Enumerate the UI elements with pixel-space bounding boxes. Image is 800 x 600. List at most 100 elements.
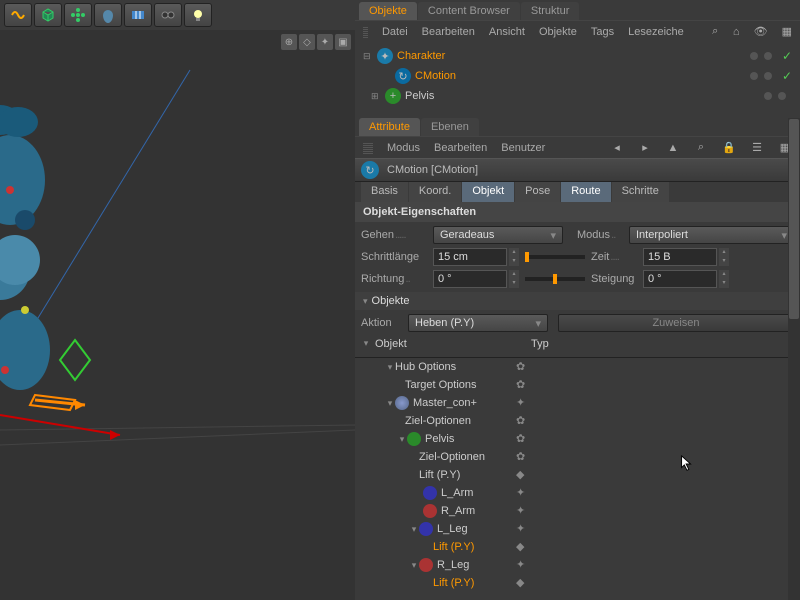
spinner[interactable]: ▴▾ [719, 248, 729, 266]
diamond-icon[interactable]: ◆ [516, 576, 530, 590]
tab-ebenen[interactable]: Ebenen [421, 118, 479, 136]
input-zeit[interactable]: 15 B [643, 248, 717, 266]
visibility-dot[interactable] [764, 92, 772, 100]
tab-content-browser[interactable]: Content Browser [418, 2, 520, 20]
expand-icon[interactable]: ▾ [397, 434, 407, 445]
subtab-koord[interactable]: Koord. [409, 182, 461, 202]
menu-bearbeiten[interactable]: Bearbeiten [422, 26, 475, 38]
subtab-schritte[interactable]: Schritte [612, 182, 669, 202]
type-icon[interactable]: ✦ [516, 558, 530, 572]
menu-bearbeiten2[interactable]: Bearbeiten [434, 142, 487, 154]
tool-camera-icon[interactable] [154, 3, 182, 27]
tree-row-ziel2[interactable]: Ziel-Optionen ✿ [355, 448, 800, 466]
home-icon[interactable]: ⌂ [733, 25, 740, 39]
subtab-route[interactable]: Route [561, 182, 610, 202]
subtab-pose[interactable]: Pose [515, 182, 560, 202]
visibility-dot[interactable] [750, 52, 758, 60]
expand-icon[interactable]: ▾ [409, 524, 419, 535]
column-typ[interactable]: Typ [531, 338, 581, 357]
menu-datei[interactable]: Datei [382, 26, 408, 38]
tree-row-larm[interactable]: L_Arm ✦ [355, 484, 800, 502]
expand-icon[interactable]: ⊟ [363, 51, 373, 62]
tree-row-master[interactable]: ▾ Master_con+ ✦ [355, 394, 800, 412]
hierarchy-row-charakter[interactable]: ⊟ ✦ Charakter ✓ [363, 46, 792, 66]
type-icon[interactable]: ✦ [516, 504, 530, 518]
gear-icon[interactable]: ✿ [516, 450, 530, 464]
diamond-icon[interactable]: ◆ [516, 468, 530, 482]
gear-icon[interactable]: ✿ [516, 360, 530, 374]
menu-modus[interactable]: Modus [387, 142, 420, 154]
menu-benutzer[interactable]: Benutzer [501, 142, 545, 154]
type-icon[interactable]: ✦ [516, 396, 530, 410]
input-richtung[interactable]: 0 ° [433, 270, 507, 288]
menu-tags[interactable]: Tags [591, 26, 614, 38]
tab-attribute[interactable]: Attribute [359, 118, 420, 136]
menu-ansicht[interactable]: Ansicht [489, 26, 525, 38]
tab-objekte[interactable]: Objekte [359, 2, 417, 20]
tree-row-target[interactable]: Target Options ✿ [355, 376, 800, 394]
column-objekt[interactable]: Objekt [371, 338, 531, 357]
hierarchy-label[interactable]: CMotion [415, 70, 746, 82]
hierarchy-label[interactable]: Charakter [397, 50, 746, 62]
tree-row-hub[interactable]: ▾ Hub Options ✿ [355, 358, 800, 376]
gear-icon[interactable]: ✿ [516, 414, 530, 428]
expand-icon[interactable]: ⊞ [371, 91, 381, 102]
collapsible-objekte[interactable]: Objekte [355, 292, 800, 310]
diamond-icon[interactable]: ◆ [516, 540, 530, 554]
visibility-dot[interactable] [750, 72, 758, 80]
spinner[interactable]: ▴▾ [509, 270, 519, 288]
scrollbar-thumb[interactable] [789, 119, 799, 319]
tree-row-lift[interactable]: Lift (P.Y) ◆ [355, 466, 800, 484]
hierarchy-row-pelvis[interactable]: ⊞ + Pelvis [363, 86, 792, 106]
menu-objekte[interactable]: Objekte [539, 26, 577, 38]
new-icon[interactable]: ☰ [750, 141, 764, 155]
tab-struktur[interactable]: Struktur [521, 2, 580, 20]
nav-fwd-icon[interactable]: ▸ [638, 141, 652, 155]
tool-sphere-icon[interactable] [94, 3, 122, 27]
tree-row-liftpy2[interactable]: Lift (P.Y) ◆ [355, 574, 800, 592]
tool-light-icon[interactable] [184, 3, 212, 27]
menu-lesezeichen[interactable]: Lesezeiche [628, 26, 684, 38]
tree-row-rarm[interactable]: R_Arm ✦ [355, 502, 800, 520]
spinner[interactable]: ▴▾ [509, 248, 519, 266]
visibility-dot[interactable] [778, 92, 786, 100]
expand-icon[interactable]: ▾ [361, 338, 371, 357]
slider-schrittlaenge[interactable] [525, 255, 585, 259]
hierarchy-row-cmotion[interactable]: ↻ CMotion ✓ [363, 66, 792, 86]
eye-icon[interactable]: 👁 [754, 25, 768, 39]
grip-icon[interactable] [363, 142, 373, 154]
enable-check-icon[interactable]: ✓ [782, 69, 792, 83]
visibility-dot[interactable] [764, 52, 772, 60]
nav-back-icon[interactable]: ◂ [610, 141, 624, 155]
hierarchy-label[interactable]: Pelvis [405, 90, 760, 102]
dropdown-gehen[interactable]: Geradeaus [433, 226, 563, 244]
grid-icon[interactable]: ▦ [782, 25, 792, 39]
type-icon[interactable]: ✦ [516, 486, 530, 500]
gear-icon[interactable]: ✿ [516, 378, 530, 392]
search-icon[interactable]: ⌕ [694, 141, 708, 155]
input-steigung[interactable]: 0 ° [643, 270, 717, 288]
tool-snake-icon[interactable] [4, 3, 32, 27]
tree-row-pelvis[interactable]: ▾ Pelvis ✿ [355, 430, 800, 448]
enable-check-icon[interactable]: ✓ [782, 49, 792, 63]
search-icon[interactable]: ⌕ [712, 25, 719, 39]
visibility-dot[interactable] [764, 72, 772, 80]
expand-icon[interactable]: ▾ [385, 362, 395, 373]
vertical-scrollbar[interactable] [788, 118, 800, 600]
tool-cube-icon[interactable] [34, 3, 62, 27]
type-icon[interactable]: ✦ [516, 522, 530, 536]
dropdown-aktion[interactable]: Heben (P.Y) [408, 314, 548, 332]
3d-viewport[interactable]: ⊕ ◇ ✦ ▣ [0, 30, 355, 600]
tree-row-ziel[interactable]: Ziel-Optionen ✿ [355, 412, 800, 430]
tree-row-liftpy[interactable]: Lift (P.Y) ◆ [355, 538, 800, 556]
input-schrittlaenge[interactable]: 15 cm [433, 248, 507, 266]
spinner[interactable]: ▴▾ [719, 270, 729, 288]
subtab-basis[interactable]: Basis [361, 182, 408, 202]
dropdown-modus[interactable]: Interpoliert [629, 226, 794, 244]
button-zuweisen[interactable]: Zuweisen [558, 314, 794, 332]
lock-icon[interactable]: 🔒 [722, 141, 736, 155]
gear-icon[interactable]: ✿ [516, 432, 530, 446]
expand-icon[interactable]: ▾ [385, 398, 395, 409]
tool-flower-icon[interactable] [64, 3, 92, 27]
subtab-objekt[interactable]: Objekt [462, 182, 514, 202]
